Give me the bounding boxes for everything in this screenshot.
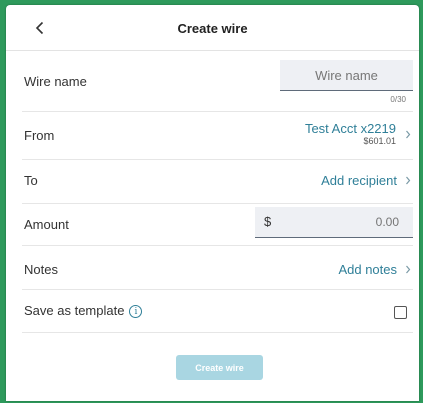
from-account-selector[interactable]: Test Acct x2219 $601.01 [305, 122, 411, 147]
chevron-right-icon [406, 176, 411, 185]
wire-name-counter: 0/30 [390, 95, 406, 104]
chevron-right-icon [406, 265, 411, 274]
save-template-label-wrap: Save as template i [24, 303, 143, 319]
save-template-checkbox[interactable] [394, 306, 407, 319]
add-notes-link[interactable]: Add notes [338, 262, 411, 277]
wire-name-label: Wire name [24, 74, 87, 89]
add-notes-text: Add notes [338, 262, 397, 277]
save-template-label: Save as template [24, 303, 125, 318]
from-account-balance: $601.01 [363, 136, 396, 146]
to-row[interactable]: To Add recipient [22, 160, 413, 204]
chevron-right-icon [406, 130, 411, 139]
create-wire-panel: Create wire Wire name 0/30 From Test Acc… [6, 5, 419, 401]
amount-row: Amount $ [22, 204, 413, 246]
from-label: From [24, 128, 55, 143]
wire-name-input[interactable] [280, 60, 413, 91]
add-recipient-text: Add recipient [321, 173, 397, 188]
amount-label: Amount [24, 217, 69, 232]
from-row[interactable]: From Test Acct x2219 $601.01 [22, 112, 413, 160]
from-account-name: Test Acct x2219 [304, 121, 396, 136]
currency-symbol: $ [264, 214, 272, 229]
amount-input[interactable] [283, 207, 413, 237]
add-recipient-link[interactable]: Add recipient [321, 173, 411, 188]
info-icon[interactable]: i [129, 305, 143, 319]
notes-label: Notes [24, 262, 58, 277]
notes-row[interactable]: Notes Add notes [22, 246, 413, 290]
page-title: Create wire [177, 21, 248, 36]
header: Create wire [6, 5, 419, 51]
save-template-row: Save as template i [22, 290, 413, 333]
wire-name-row: Wire name 0/30 [22, 51, 413, 112]
amount-field[interactable]: $ [255, 207, 413, 238]
to-label: To [24, 173, 38, 188]
create-wire-button[interactable]: Create wire [176, 355, 263, 380]
